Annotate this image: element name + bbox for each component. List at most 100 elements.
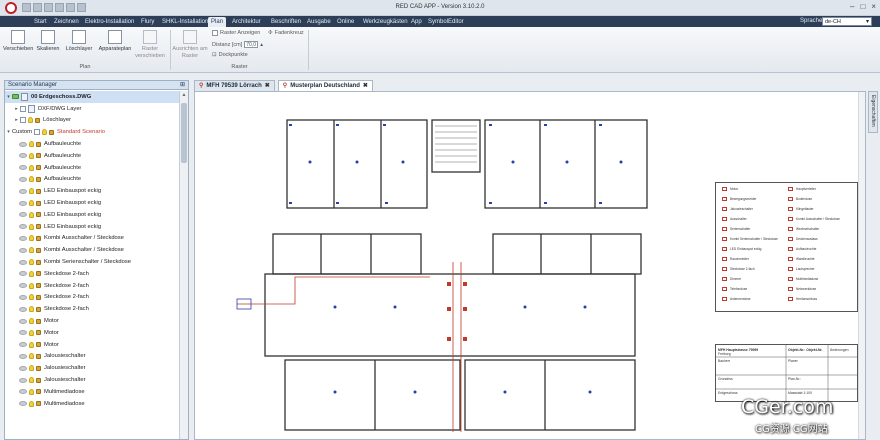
bulb-icon[interactable] bbox=[29, 353, 34, 360]
scenario-item-row[interactable]: Aufbauleuchte bbox=[5, 138, 180, 150]
visibility-icon[interactable] bbox=[19, 259, 27, 265]
visibility-icon[interactable] bbox=[19, 377, 27, 383]
tab-musterplan-deutschland[interactable]: ⚲ Musterplan Deutschland ✖ bbox=[277, 80, 373, 92]
bulb-icon[interactable] bbox=[29, 164, 34, 171]
scenario-item-row[interactable]: Steckdose 2-fach bbox=[5, 280, 180, 292]
scenario-item-row[interactable]: Jalousieschalter bbox=[5, 351, 180, 363]
close-tab-icon[interactable]: ✖ bbox=[265, 81, 270, 92]
loeschlayer-button[interactable]: Löschlayer bbox=[63, 30, 95, 53]
scenario-item-row[interactable]: Aufbauleuchte bbox=[5, 162, 180, 174]
dockpunkte-toggle[interactable]: ⊡ Dockpunkte bbox=[212, 52, 248, 58]
lock-icon[interactable] bbox=[36, 330, 41, 336]
visibility-icon[interactable] bbox=[19, 188, 27, 194]
raster-anzeigen-checkbox[interactable] bbox=[212, 30, 218, 36]
scenario-item-row[interactable]: Motor bbox=[5, 327, 180, 339]
scenario-item-row[interactable]: Kombi Ausschalter / Steckdose bbox=[5, 244, 180, 256]
menu-flury[interactable]: Flury bbox=[138, 17, 157, 27]
tree-scrollbar[interactable]: ▲ bbox=[179, 91, 188, 439]
close-tab-icon[interactable]: ✖ bbox=[363, 81, 368, 92]
lock-icon[interactable] bbox=[36, 188, 41, 194]
menu-shkl-installation[interactable]: SHKL-Installation bbox=[159, 17, 211, 27]
menu-elektro-installation[interactable]: Elektro-Installation bbox=[82, 17, 137, 27]
fadenkreuz-toggle[interactable]: ✣ Fadenkreuz bbox=[268, 30, 304, 36]
lock-icon[interactable] bbox=[36, 200, 41, 206]
tree-root-row[interactable]: ▾ 00 Erdgeschoss.DWG bbox=[5, 91, 180, 103]
scenario-item-row[interactable]: Aufbauleuchte bbox=[5, 174, 180, 186]
visibility-icon[interactable] bbox=[19, 141, 27, 147]
lock-icon[interactable] bbox=[36, 294, 41, 300]
visibility-icon[interactable] bbox=[19, 153, 27, 159]
bulb-icon[interactable] bbox=[41, 129, 47, 136]
bulb-icon[interactable] bbox=[29, 259, 34, 266]
lock-icon[interactable] bbox=[36, 401, 41, 407]
lock-icon[interactable] bbox=[36, 271, 41, 277]
scenario-item-row[interactable]: Motor bbox=[5, 339, 180, 351]
pin-icon[interactable]: ⚲ bbox=[283, 81, 287, 92]
scenario-item-row[interactable]: Steckdose 2-fach bbox=[5, 292, 180, 304]
bulb-icon[interactable] bbox=[29, 318, 34, 325]
scenario-item-row[interactable]: Steckdose 2-fach bbox=[5, 268, 180, 280]
minimize-icon[interactable]: – bbox=[850, 2, 854, 11]
scenario-item-row[interactable]: Kombi Ausschalter / Steckdose bbox=[5, 233, 180, 245]
collapse-icon[interactable]: ▾ bbox=[5, 94, 12, 100]
visibility-icon[interactable] bbox=[19, 389, 27, 395]
loeschlayer-row[interactable]: ▸ Löschlayer bbox=[5, 115, 180, 127]
bulb-icon[interactable] bbox=[29, 223, 34, 230]
scenario-item-row[interactable]: LED Einbauspot eckig bbox=[5, 185, 180, 197]
lock-icon[interactable] bbox=[36, 389, 41, 395]
scenario-item-row[interactable]: Multimediadose bbox=[5, 386, 180, 398]
lock-icon[interactable] bbox=[36, 365, 41, 371]
scenario-item-row[interactable]: Kombi Serienschalter / Steckdose bbox=[5, 256, 180, 268]
visibility-icon[interactable] bbox=[19, 235, 27, 241]
menu-online[interactable]: Online bbox=[334, 17, 357, 27]
bulb-icon[interactable] bbox=[29, 329, 34, 336]
custom-row[interactable]: ▾ Custom Standard Scenario bbox=[5, 126, 180, 138]
scenario-item-row[interactable]: Steckdose 2-fach bbox=[5, 303, 180, 315]
ausrichten-am-raster-button[interactable]: Ausrichten am Raster bbox=[172, 30, 208, 60]
menu-app[interactable]: App bbox=[408, 17, 425, 27]
maximize-icon[interactable]: □ bbox=[860, 2, 865, 11]
lock-icon[interactable] bbox=[36, 141, 41, 147]
pin-icon[interactable]: ⚲ bbox=[199, 81, 203, 92]
scenario-item-row[interactable]: LED Einbauspot eckig bbox=[5, 221, 180, 233]
menu-ausgabe[interactable]: Ausgabe bbox=[304, 17, 334, 27]
lock-icon[interactable] bbox=[36, 259, 41, 265]
visibility-icon[interactable] bbox=[19, 401, 27, 407]
bulb-icon[interactable] bbox=[29, 152, 34, 159]
scroll-up-icon[interactable]: ▲ bbox=[180, 91, 188, 99]
visibility-icon[interactable] bbox=[19, 294, 27, 300]
verschieben-button[interactable]: Verschieben bbox=[3, 30, 33, 53]
language-select[interactable]: de-CH bbox=[822, 17, 872, 26]
menu-start[interactable]: Start bbox=[31, 17, 50, 27]
bulb-icon[interactable] bbox=[29, 365, 34, 372]
lock-icon[interactable] bbox=[36, 283, 41, 289]
bulb-icon[interactable] bbox=[29, 306, 34, 313]
scenario-item-row[interactable]: Jalousieschalter bbox=[5, 374, 180, 386]
menu-symboleditor[interactable]: SymbolEditor bbox=[425, 17, 467, 27]
lock-icon[interactable] bbox=[35, 117, 40, 123]
properties-side-tab[interactable]: Eigenschaften bbox=[868, 91, 878, 133]
bulb-icon[interactable] bbox=[29, 247, 34, 254]
spin-icon[interactable]: ▴ bbox=[260, 42, 263, 48]
bulb-icon[interactable] bbox=[29, 388, 34, 395]
dxf-layer-row[interactable]: ▸ DXF/DWG Layer bbox=[5, 103, 180, 115]
pin-icon[interactable]: ⊞ bbox=[180, 81, 185, 90]
canvas-scrollbar[interactable] bbox=[858, 92, 865, 439]
scenario-item-row[interactable]: LED Einbauspot eckig bbox=[5, 209, 180, 221]
lock-icon[interactable] bbox=[36, 353, 41, 359]
visibility-icon[interactable] bbox=[19, 176, 27, 182]
visibility-icon[interactable] bbox=[19, 165, 27, 171]
lock-icon[interactable] bbox=[36, 247, 41, 253]
visibility-icon[interactable] bbox=[19, 212, 27, 218]
bulb-icon[interactable] bbox=[29, 400, 34, 407]
bulb-icon[interactable] bbox=[29, 294, 34, 301]
lock-icon[interactable] bbox=[36, 342, 41, 348]
bulb-icon[interactable] bbox=[29, 341, 34, 348]
custom-checkbox[interactable] bbox=[33, 129, 40, 136]
lock-icon[interactable] bbox=[36, 377, 41, 383]
visibility-icon[interactable] bbox=[19, 283, 27, 289]
lock-icon[interactable] bbox=[36, 306, 41, 312]
visibility-icon[interactable] bbox=[19, 271, 27, 277]
visibility-icon[interactable] bbox=[19, 318, 27, 324]
bulb-icon[interactable] bbox=[29, 235, 34, 242]
